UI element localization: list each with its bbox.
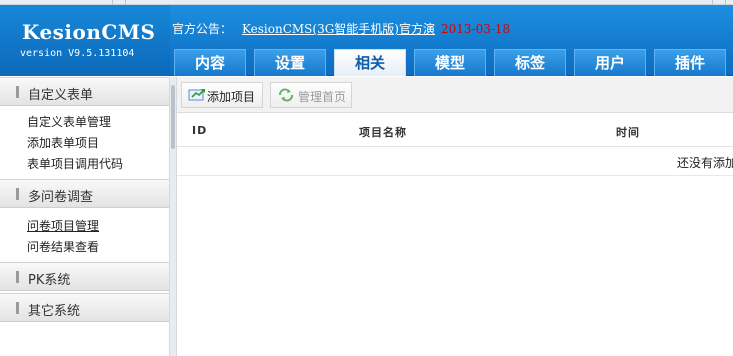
main-panel: 添加项目 管理首页 ID 项目名称 时间 还没有添加 — [177, 77, 733, 356]
section-marker-icon — [16, 271, 19, 283]
empty-message: 还没有添加 — [677, 156, 733, 170]
logo-version: version V9.5.131104 — [20, 48, 135, 59]
column-header-time: 时间 — [616, 126, 640, 139]
sidebar-item-form-call-code[interactable]: 表单项目调用代码 — [27, 155, 123, 172]
toolbar: 添加项目 管理首页 — [177, 77, 733, 113]
add-item-button[interactable]: 添加项目 — [181, 82, 263, 108]
sidebar-item-add-form-item[interactable]: 添加表单项目 — [27, 134, 99, 151]
tab-settings[interactable]: 设置 — [254, 49, 326, 76]
sidebar-section-survey[interactable]: 多问卷调查 — [0, 179, 169, 208]
table-row: 还没有添加 — [177, 148, 733, 176]
sidebar-section-other[interactable]: 其它系统 — [0, 293, 169, 322]
column-header-item-name: 项目名称 — [359, 126, 407, 139]
sidebar-section-pk[interactable]: PK系统 — [0, 262, 169, 291]
sidebar-item-survey-manage[interactable]: 问卷项目管理 — [27, 217, 99, 234]
sidebar-item-custom-form-manage[interactable]: 自定义表单管理 — [27, 113, 111, 130]
tab-tags[interactable]: 标签 — [494, 49, 566, 76]
section-marker-icon — [16, 86, 19, 98]
section-marker-icon — [16, 302, 19, 314]
column-header-id: ID — [192, 124, 208, 137]
sidebar: 自定义表单 自定义表单管理 添加表单项目 表单项目调用代码 多问卷调查 问卷项目… — [0, 77, 169, 356]
manage-home-label: 管理首页 — [298, 90, 347, 104]
logo-name: KesionCMS — [22, 20, 156, 44]
sidebar-item-survey-results[interactable]: 问卷结果查看 — [27, 238, 99, 255]
tab-plugins[interactable]: 插件 — [654, 49, 726, 76]
sidebar-splitter[interactable] — [169, 77, 177, 356]
add-item-label: 添加项目 — [207, 90, 256, 104]
tab-content[interactable]: 内容 — [174, 49, 246, 76]
logo: KesionCMS version V9.5.131104 — [0, 5, 170, 76]
tab-model[interactable]: 模型 — [414, 49, 486, 76]
manage-home-button[interactable]: 管理首页 — [270, 82, 352, 108]
official-notice: 官方公告： KesionCMS(3G智能手机版)官方演 2013-03-18 — [172, 20, 510, 37]
sidebar-section-title: PK系统 — [28, 273, 71, 288]
refresh-icon — [279, 88, 293, 102]
sidebar-section-title: 多问卷调查 — [28, 190, 94, 205]
tab-related[interactable]: 相关 — [334, 49, 406, 76]
notice-link[interactable]: KesionCMS(3G智能手机版)官方演 — [242, 22, 435, 36]
notice-date: 2013-03-18 — [440, 22, 511, 36]
add-item-icon — [188, 89, 205, 101]
notice-label: 官方公告： — [172, 22, 233, 36]
table-header: ID 项目名称 时间 — [177, 115, 733, 147]
scrollbar-thumb[interactable] — [171, 85, 175, 149]
header: KesionCMS version V9.5.131104 官方公告： Kesio… — [0, 5, 733, 76]
sidebar-section-title: 自定义表单 — [28, 88, 94, 103]
sidebar-section-title: 其它系统 — [28, 304, 81, 319]
sidebar-section-custom-form[interactable]: 自定义表单 — [0, 77, 169, 106]
section-marker-icon — [16, 188, 19, 200]
tab-users[interactable]: 用户 — [574, 49, 646, 76]
